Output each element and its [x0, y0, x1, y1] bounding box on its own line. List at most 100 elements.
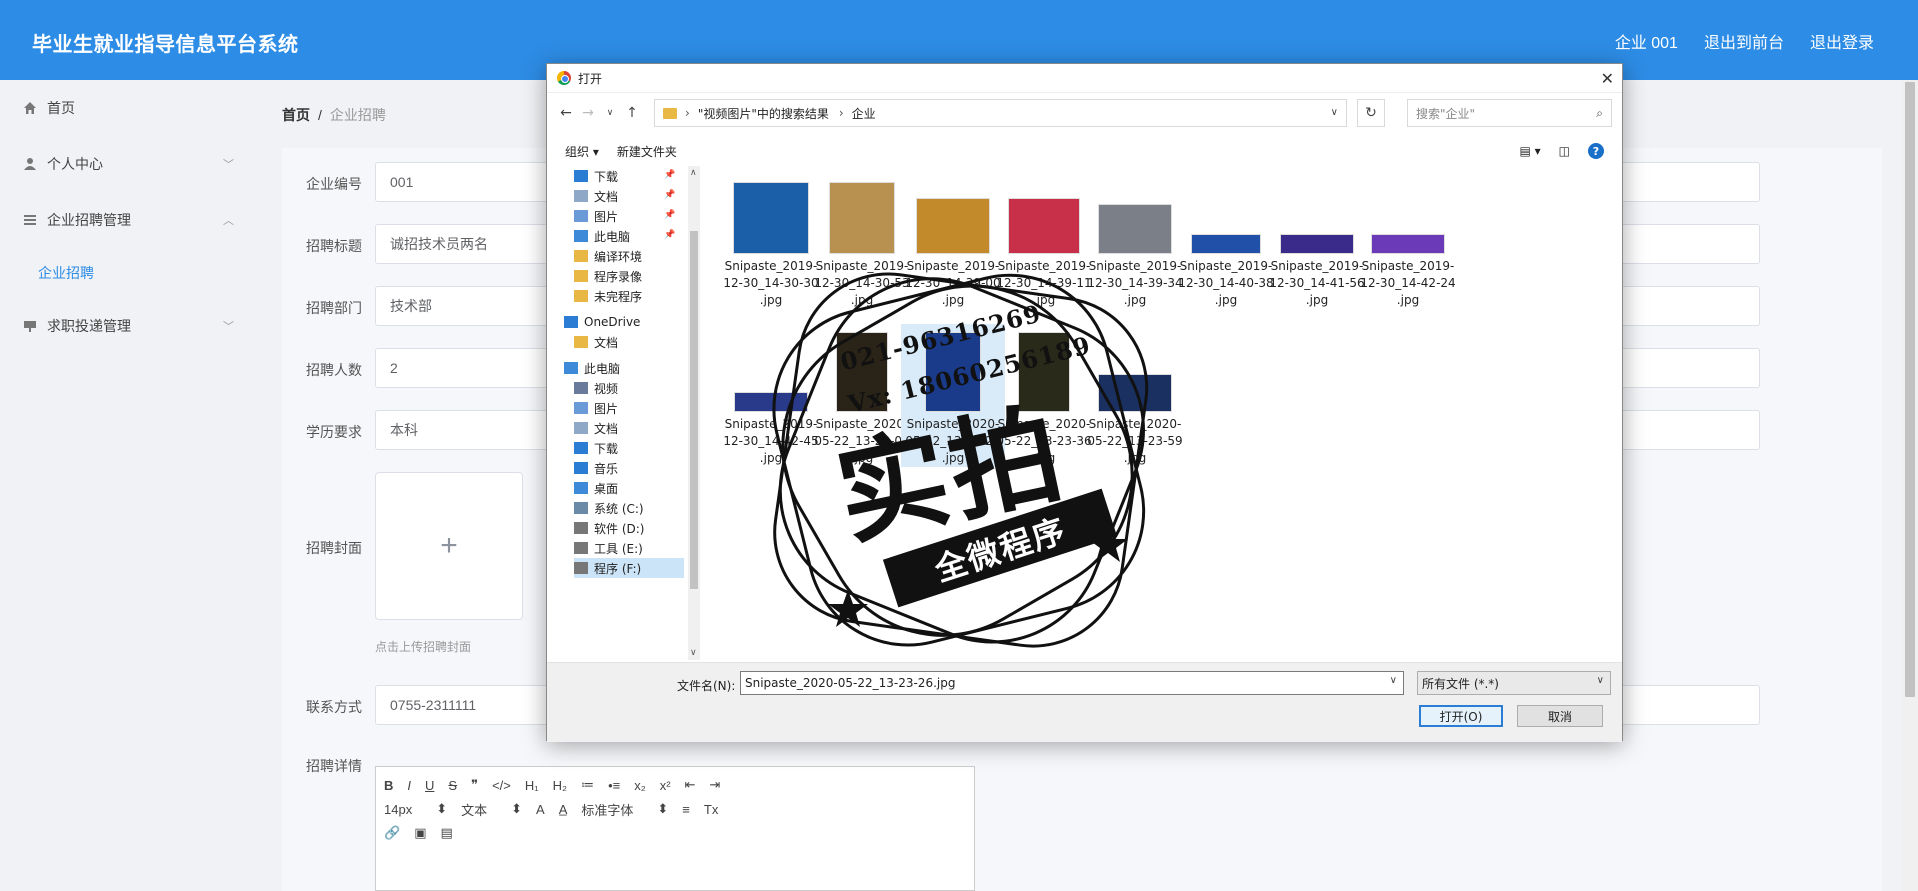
- tree-scrollbar[interactable]: ∧ ∨: [688, 166, 700, 660]
- tree-item[interactable]: 系统 (C:): [574, 498, 644, 518]
- sidebar-item-recruit-mgmt[interactable]: 企业招聘管理 ︿: [0, 200, 248, 240]
- font-size-select[interactable]: 14px ⬍: [384, 801, 447, 817]
- tree-item[interactable]: 视频: [574, 378, 618, 398]
- cancel-button[interactable]: 取消: [1517, 705, 1603, 727]
- italic-icon[interactable]: I: [407, 778, 411, 793]
- clear-format-icon[interactable]: Tx: [704, 802, 718, 817]
- search-input[interactable]: 搜索"企业" ⌕: [1407, 99, 1612, 127]
- address-path[interactable]: › "视频图片"中的搜索结果 › 企业 ∨: [654, 99, 1347, 127]
- file-item[interactable]: Snipaste_2020- 05-22_13-23-07 .jpg: [810, 324, 914, 467]
- nav-front[interactable]: 退出到前台: [1704, 29, 1784, 53]
- rich-text-editor[interactable]: B I U S ❞ </> H₁ H₂ ≔ •≡ x₂ x² ⇤ ⇥ 14px ⬍ 文本 ⬍ A A̲ 标准字…: [375, 766, 975, 891]
- refresh-icon[interactable]: ↻: [1357, 99, 1385, 127]
- tree-item[interactable]: 音乐: [574, 458, 618, 478]
- tree-item[interactable]: 文档: [574, 418, 618, 438]
- filetype-select[interactable]: 所有文件 (*.*) ∨: [1417, 671, 1611, 695]
- tree-item[interactable]: 文档 📌: [574, 186, 675, 206]
- link-icon[interactable]: 🔗: [384, 825, 400, 841]
- outdent-icon[interactable]: ⇤: [685, 777, 696, 793]
- tree-item[interactable]: 此电脑: [564, 358, 620, 378]
- tree-item[interactable]: 软件 (D:): [574, 518, 644, 538]
- path-company[interactable]: 企业: [852, 105, 876, 122]
- file-item[interactable]: Snipaste_2019- 12-30_14-40-38 .jpg: [1174, 174, 1278, 309]
- nav-company[interactable]: 企业 001: [1615, 29, 1678, 53]
- scrollbar-thumb[interactable]: [1905, 82, 1915, 697]
- tree-item[interactable]: 图片 📌: [574, 206, 675, 226]
- tree-item[interactable]: 图片: [574, 398, 618, 418]
- superscript-icon[interactable]: x²: [660, 778, 671, 793]
- h1-icon[interactable]: H₁: [525, 778, 539, 793]
- tree-item[interactable]: 下载 📌: [574, 166, 675, 186]
- tree-item-label: 此电脑: [584, 361, 621, 376]
- chevron-down-icon[interactable]: ∨: [1331, 107, 1338, 118]
- bullet-list-icon[interactable]: •≡: [608, 778, 620, 793]
- tree-item[interactable]: 工具 (E:): [574, 538, 643, 558]
- file-item[interactable]: Snipaste_2019- 12-30_14-39-34 .jpg: [1083, 174, 1187, 309]
- sidebar-subitem-recruit[interactable]: 企业招聘: [38, 263, 94, 283]
- h2-icon[interactable]: H₂: [553, 778, 567, 793]
- organize-button[interactable]: 组织 ▾: [565, 143, 599, 160]
- close-icon[interactable]: ✕: [1601, 69, 1614, 88]
- forward-icon[interactable]: →: [577, 105, 599, 121]
- subscript-icon[interactable]: x₂: [634, 778, 646, 793]
- tree-item[interactable]: 程序录像: [574, 266, 642, 286]
- file-item[interactable]: Snipaste_2019- 12-30_14-30-30 .jpg: [719, 174, 823, 309]
- tree-item[interactable]: 此电脑 📌: [574, 226, 675, 246]
- open-button[interactable]: 打开(O): [1419, 705, 1503, 727]
- file-item[interactable]: Snipaste_2020- 05-22_13-23-26 .jpg: [901, 324, 1005, 467]
- bold-icon[interactable]: B: [384, 778, 393, 793]
- tree-item[interactable]: 下载: [574, 438, 618, 458]
- scroll-down-icon[interactable]: ∨: [690, 648, 697, 658]
- up-icon[interactable]: ↑: [621, 105, 643, 121]
- file-item[interactable]: Snipaste_2019- 12-30_14-39-11 .jpg: [992, 174, 1096, 309]
- indent-icon[interactable]: ⇥: [710, 777, 721, 793]
- video-icon[interactable]: ▤: [440, 825, 452, 841]
- help-icon[interactable]: ?: [1588, 143, 1604, 159]
- bg-color-icon[interactable]: A̲: [559, 802, 568, 817]
- nav-logout[interactable]: 退出登录: [1810, 29, 1874, 53]
- recent-dropdown-icon[interactable]: ∨: [599, 108, 621, 118]
- tree-item[interactable]: 未完程序: [574, 286, 642, 306]
- preview-pane-icon[interactable]: ◫: [1559, 144, 1570, 158]
- align-icon[interactable]: ≡: [682, 802, 690, 817]
- tree-item[interactable]: 文档: [574, 332, 618, 352]
- tree-item[interactable]: OneDrive: [564, 312, 640, 332]
- file-item[interactable]: Snipaste_2019- 12-30_14-39-00 .jpg: [901, 174, 1005, 309]
- file-name-line: 05-22_13-23-26: [905, 434, 1001, 448]
- back-icon[interactable]: ←: [555, 105, 577, 121]
- file-thumbnail: [733, 182, 809, 254]
- page-scrollbar[interactable]: [1902, 80, 1918, 891]
- folder-icon: [574, 290, 588, 302]
- file-name-line: Snipaste_2020-: [906, 417, 1000, 431]
- sidebar-item-home[interactable]: 首页: [0, 88, 248, 128]
- path-search-results[interactable]: "视频图片"中的搜索结果: [698, 105, 829, 122]
- view-options-icon[interactable]: ▤ ▾: [1519, 144, 1540, 158]
- tree-item[interactable]: 桌面: [574, 478, 618, 498]
- file-item[interactable]: Snipaste_2020- 05-22_13-23-59 .jpg: [1083, 324, 1187, 467]
- strike-icon[interactable]: S: [448, 778, 457, 793]
- image-icon[interactable]: ▣: [414, 825, 426, 841]
- code-icon[interactable]: </>: [492, 778, 511, 793]
- font-family-select[interactable]: 标准字体 ⬍: [581, 800, 668, 819]
- file-item[interactable]: Snipaste_2019- 12-30_14-42-45 .jpg: [719, 324, 823, 467]
- ordered-list-icon[interactable]: ≔: [581, 777, 594, 793]
- tree-item[interactable]: 程序 (F:): [574, 558, 684, 578]
- tree-item[interactable]: 编译环境: [574, 246, 642, 266]
- sidebar-item-profile[interactable]: 个人中心 ﹀: [0, 144, 248, 184]
- scrollbar-thumb[interactable]: [690, 231, 698, 589]
- file-item[interactable]: Snipaste_2020- 05-22_13-23-36 .jpg: [992, 324, 1096, 467]
- underline-icon[interactable]: U: [425, 778, 434, 793]
- new-folder-button[interactable]: 新建文件夹: [617, 143, 677, 160]
- text-style-select[interactable]: 文本 ⬍: [461, 800, 522, 819]
- filename-input[interactable]: Snipaste_2020-05-22_13-23-26.jpg ∨: [740, 671, 1404, 695]
- breadcrumb-home[interactable]: 首页: [282, 107, 310, 123]
- file-item[interactable]: Snipaste_2019- 12-30_14-30-53 .jpg: [810, 174, 914, 309]
- file-item[interactable]: Snipaste_2019- 12-30_14-42-24 .jpg: [1356, 174, 1460, 309]
- file-item[interactable]: Snipaste_2019- 12-30_14-41-56 .jpg: [1265, 174, 1369, 309]
- font-color-icon[interactable]: A: [536, 802, 545, 817]
- sidebar-item-apply-mgmt[interactable]: 求职投递管理 ﹀: [0, 306, 248, 346]
- quote-icon[interactable]: ❞: [471, 777, 478, 793]
- scroll-up-icon[interactable]: ∧: [690, 168, 697, 178]
- cover-upload[interactable]: +: [375, 472, 523, 620]
- chevron-down-icon[interactable]: ∨: [1390, 675, 1397, 686]
